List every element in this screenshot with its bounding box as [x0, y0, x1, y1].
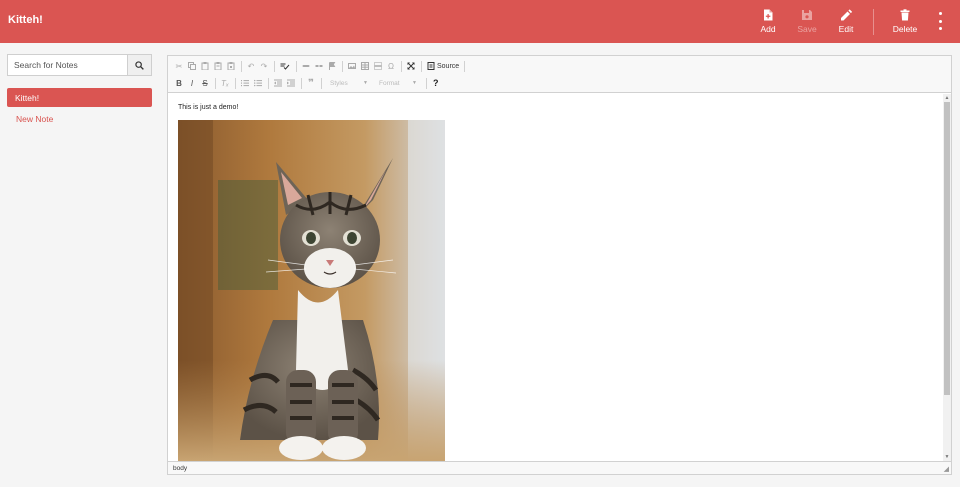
chevron-down-icon: ▼	[363, 80, 368, 86]
header-divider	[873, 9, 874, 35]
cat-photo	[178, 120, 445, 461]
toolbar-separator	[464, 60, 466, 72]
search-icon	[135, 60, 144, 70]
source-label: Source	[437, 62, 460, 70]
paste-icon[interactable]	[199, 60, 211, 72]
image-icon[interactable]	[346, 60, 358, 72]
delete-button-label: Delete	[892, 24, 918, 34]
copy-icon[interactable]	[186, 60, 198, 72]
pencil-icon	[841, 9, 852, 21]
toolbar-separator	[421, 60, 422, 72]
editor-statusbar: body ◢	[168, 461, 951, 474]
scroll-up-icon[interactable]: ▲	[944, 95, 950, 101]
add-note-icon	[764, 9, 773, 21]
trash-icon	[900, 9, 910, 21]
outdent-icon[interactable]	[272, 77, 284, 89]
undo-icon[interactable]: ↶	[245, 60, 257, 72]
toolbar-row-1: ✂ ↶ ↷ Ω Source	[173, 59, 468, 73]
toolbar-separator	[241, 60, 242, 72]
save-button-label: Save	[797, 24, 817, 34]
toolbar-separator	[215, 77, 216, 89]
help-button[interactable]: ?	[433, 78, 439, 88]
app-header: Kitteh! Add Save Edit Delete	[0, 0, 960, 43]
paste-text-icon[interactable]	[212, 60, 224, 72]
source-icon	[427, 62, 435, 70]
content-scrollbar[interactable]: ▲ ▼	[943, 94, 951, 461]
search-input[interactable]	[8, 55, 127, 75]
numbered-list-icon[interactable]	[239, 77, 251, 89]
anchor-flag-icon[interactable]	[326, 60, 338, 72]
more-menu-icon[interactable]	[934, 12, 946, 30]
editor-toolbar: ✂ ↶ ↷ Ω Source B I S Tₓ ❞ Styles ▼ Forma…	[168, 56, 951, 93]
content-paragraph: This is just a demo!	[178, 104, 239, 111]
search-button[interactable]	[127, 55, 151, 75]
editor-content[interactable]: This is just a demo!	[168, 94, 943, 461]
bold-icon[interactable]: B	[173, 77, 185, 89]
toolbar-separator	[235, 77, 236, 89]
toolbar-separator	[268, 77, 269, 89]
redo-icon[interactable]: ↷	[258, 60, 270, 72]
scroll-thumb[interactable]	[944, 102, 950, 395]
toolbar-separator	[342, 60, 343, 72]
save-icon	[802, 10, 812, 20]
add-button[interactable]: Add	[757, 0, 779, 43]
blockquote-icon[interactable]: ❞	[305, 77, 317, 89]
toolbar-separator	[296, 60, 297, 72]
format-dropdown[interactable]: Format ▼	[374, 77, 420, 89]
bullet-list-icon[interactable]	[252, 77, 264, 89]
toolbar-separator	[321, 77, 322, 89]
search-box	[7, 54, 152, 76]
toolbar-separator	[301, 77, 302, 89]
maximize-icon[interactable]	[405, 60, 417, 72]
note-item[interactable]: New Note	[16, 114, 53, 124]
chevron-down-icon: ▼	[412, 80, 417, 86]
save-button[interactable]: Save	[795, 0, 819, 43]
indent-icon[interactable]	[285, 77, 297, 89]
toolbar-separator	[401, 60, 402, 72]
source-button[interactable]: Source	[425, 60, 461, 72]
table-icon[interactable]	[359, 60, 371, 72]
note-title: Kitteh!	[8, 14, 43, 26]
toolbar-separator	[426, 77, 427, 89]
styles-label: Styles	[330, 79, 348, 87]
link-icon[interactable]	[300, 60, 312, 72]
paste-word-icon[interactable]	[225, 60, 237, 72]
note-item-active[interactable]: Kitteh!	[7, 88, 152, 107]
spellcheck-icon[interactable]	[278, 60, 292, 72]
horizontal-line-icon[interactable]	[372, 60, 384, 72]
styles-dropdown[interactable]: Styles ▼	[325, 77, 371, 89]
format-label: Format	[379, 79, 400, 87]
edit-button-label: Edit	[838, 24, 854, 34]
element-path[interactable]: body	[173, 465, 187, 472]
edit-button[interactable]: Edit	[836, 0, 856, 43]
resize-handle-icon[interactable]: ◢	[944, 465, 949, 473]
cut-icon[interactable]: ✂	[173, 60, 185, 72]
scroll-down-icon[interactable]: ▼	[944, 454, 950, 460]
italic-icon[interactable]: I	[186, 77, 198, 89]
rich-text-editor: ✂ ↶ ↷ Ω Source B I S Tₓ ❞ Styles ▼ Forma…	[167, 55, 952, 475]
toolbar-separator	[274, 60, 275, 72]
delete-button[interactable]: Delete	[891, 0, 919, 43]
add-button-label: Add	[760, 24, 776, 34]
special-char-icon[interactable]: Ω	[385, 60, 397, 72]
unlink-icon[interactable]	[313, 60, 325, 72]
remove-format-icon[interactable]: Tₓ	[219, 77, 231, 89]
strike-icon[interactable]: S	[199, 77, 211, 89]
toolbar-row-2: B I S Tₓ ❞ Styles ▼ Format ▼ ?	[173, 76, 439, 90]
